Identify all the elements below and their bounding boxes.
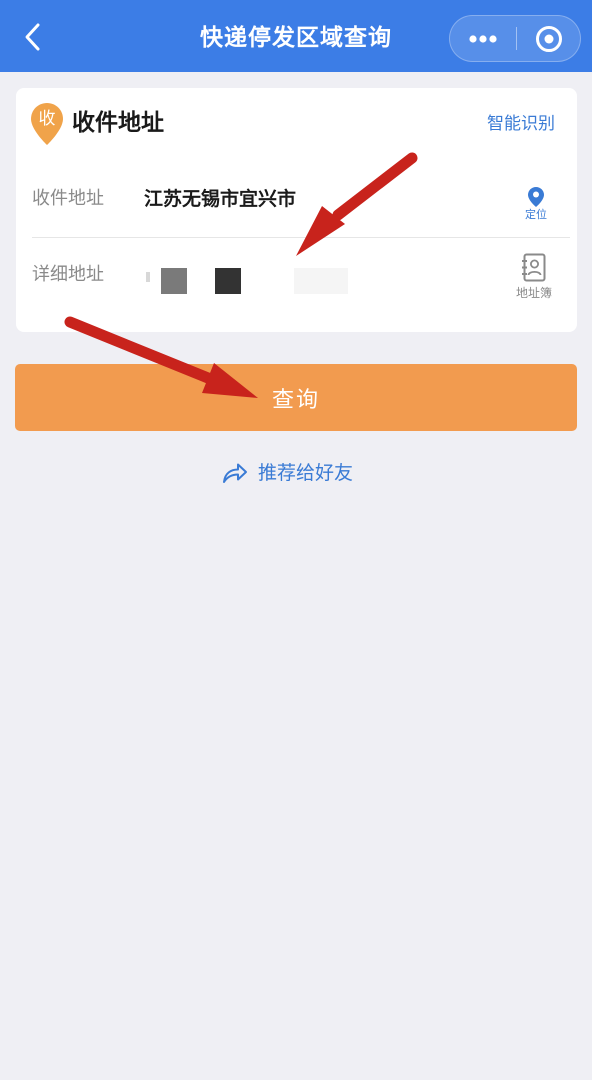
detail-address-label: 详细地址 xyxy=(32,264,104,285)
redacted-block xyxy=(294,268,348,294)
more-button[interactable] xyxy=(450,16,516,61)
recommend-to-friend-label: 推荐给好友 xyxy=(258,462,354,484)
address-book-button[interactable]: 地址簿 xyxy=(504,253,564,305)
chevron-left-icon xyxy=(25,23,40,51)
pin-label: 收 xyxy=(38,109,56,129)
redacted-block xyxy=(215,268,241,294)
navigation-bar: 快递停发区域查询 xyxy=(0,0,592,72)
address-label: 收件地址 xyxy=(32,188,104,209)
back-button[interactable] xyxy=(14,18,52,56)
card-title: 收件地址 xyxy=(72,110,164,136)
location-icon xyxy=(528,187,544,207)
redacted-block xyxy=(146,272,150,282)
locate-button[interactable]: 定位 xyxy=(512,186,560,230)
mini-program-close-icon xyxy=(535,25,562,52)
locate-label: 定位 xyxy=(525,208,547,221)
recommend-to-friend-link[interactable]: 推荐给好友 xyxy=(222,458,353,488)
address-card: 收 收件地址 智能识别 收件地址 江苏无锡市宜兴市 定位 详细地址 地址簿 xyxy=(16,88,577,332)
share-icon xyxy=(223,463,247,483)
mini-program-capsule xyxy=(449,15,581,62)
detail-address-input[interactable] xyxy=(144,258,494,298)
page-title: 快递停发区域查询 xyxy=(200,25,392,51)
address-value[interactable]: 江苏无锡市宜兴市 xyxy=(144,186,296,212)
address-book-label: 地址簿 xyxy=(515,286,552,300)
redacted-block xyxy=(161,268,187,294)
row-divider xyxy=(32,237,570,238)
more-dots-icon xyxy=(469,34,497,43)
close-button[interactable] xyxy=(517,16,580,61)
smart-recognize-link[interactable]: 智能识别 xyxy=(487,112,555,136)
address-book-icon xyxy=(522,253,546,282)
query-button[interactable]: 查询 xyxy=(15,364,577,431)
